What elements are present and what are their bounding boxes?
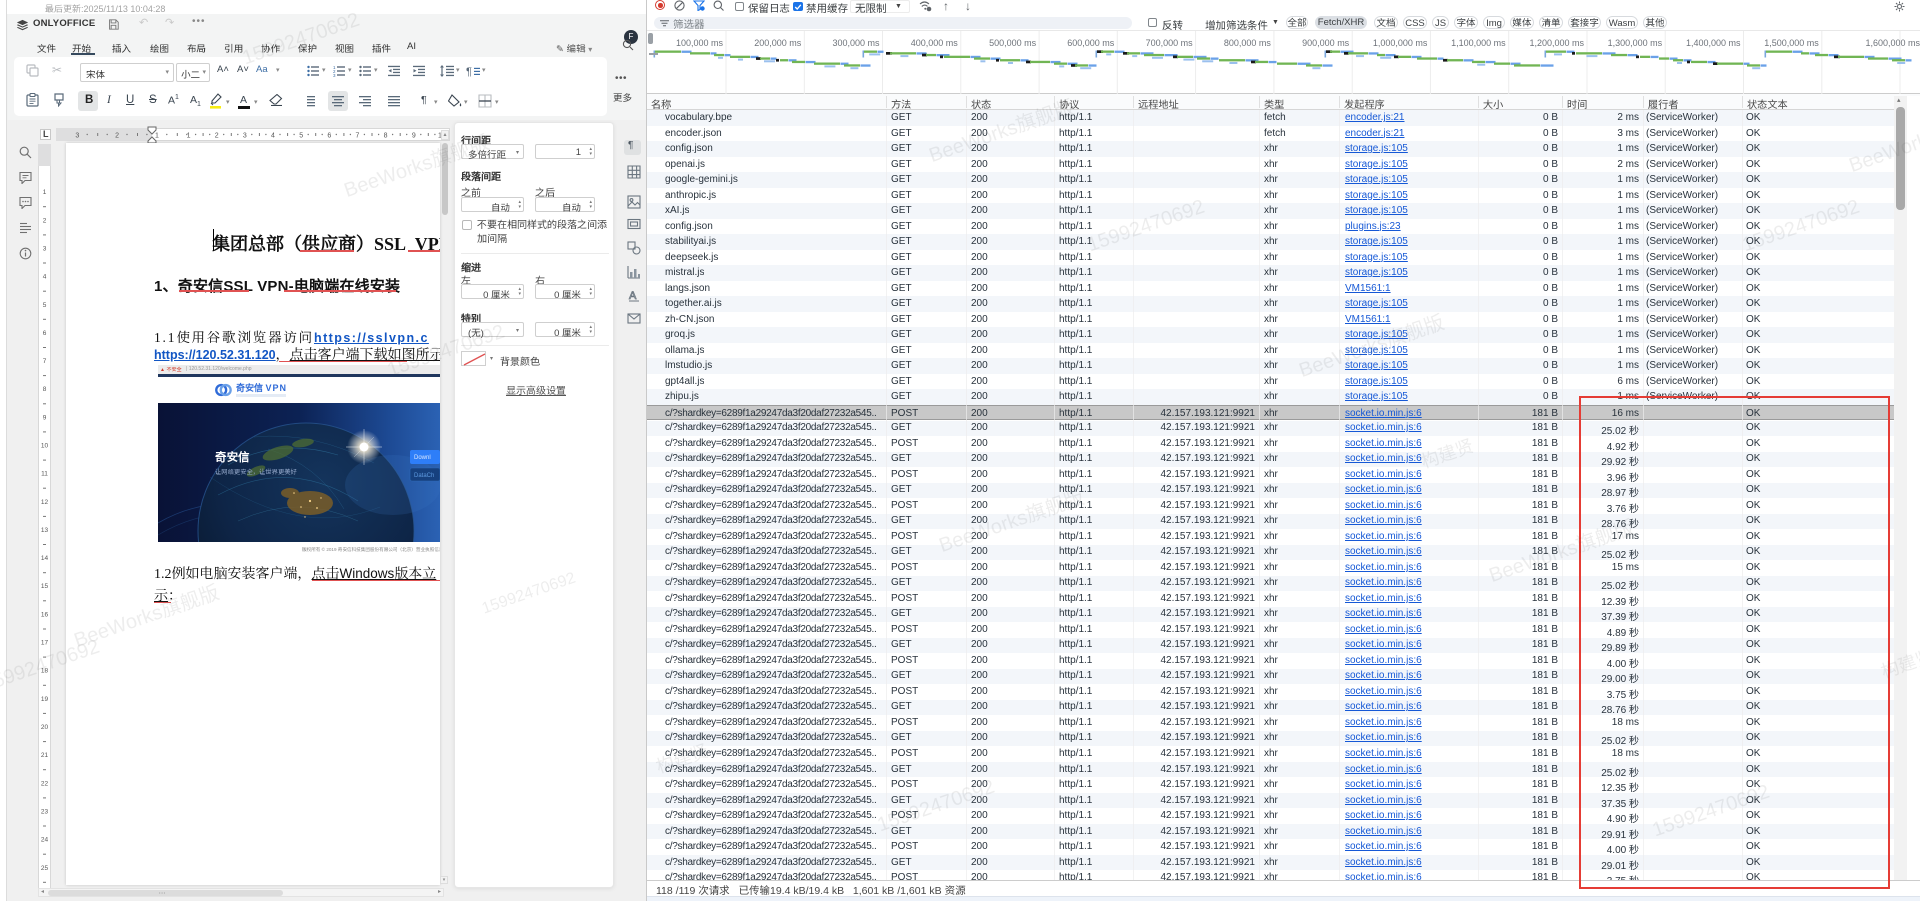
svg-text:A: A [629,290,637,302]
svg-text:20: 20 [41,724,49,731]
svg-text:10: 10 [41,443,49,450]
svg-text:9: 9 [43,414,47,421]
svg-text:1,200,000 ms: 1,200,000 ms [1529,38,1584,48]
svg-text:1: 1 [43,189,47,196]
svg-text:2: 2 [115,133,119,140]
svg-text:12: 12 [41,499,49,506]
svg-text:8: 8 [43,386,47,393]
svg-text:7: 7 [355,133,359,140]
svg-text:23: 23 [41,808,49,815]
svg-text:15: 15 [41,583,49,590]
svg-text:1,500,000 ms: 1,500,000 ms [1764,38,1819,48]
svg-text:200,000 ms: 200,000 ms [754,38,802,48]
svg-text:100,000 ms: 100,000 ms [676,38,724,48]
svg-text:9: 9 [412,133,416,140]
svg-text:800,000 ms: 800,000 ms [1224,38,1272,48]
svg-text:1,100,000 ms: 1,100,000 ms [1451,38,1506,48]
svg-text:24: 24 [41,837,49,844]
svg-text:7: 7 [43,358,47,365]
svg-text:5: 5 [43,302,47,309]
svg-text:Downl: Downl [414,455,431,461]
svg-text:2: 2 [43,217,47,224]
svg-text:让网络更安全，让世界更美好: 让网络更安全，让世界更美好 [215,467,298,476]
svg-text:3: 3 [333,73,336,77]
svg-text:1,000,000 ms: 1,000,000 ms [1373,38,1428,48]
svg-text:3: 3 [75,133,79,140]
svg-text:900,000 ms: 900,000 ms [1302,38,1350,48]
svg-text:17: 17 [41,640,49,647]
svg-text:3: 3 [243,133,247,140]
svg-text:18: 18 [41,668,49,675]
svg-text:1,300,000 ms: 1,300,000 ms [1608,38,1663,48]
svg-text:6: 6 [43,330,47,337]
svg-text:13: 13 [41,527,49,534]
svg-text:1,600,000 ms: 1,600,000 ms [1865,38,1920,48]
svg-text:¶: ¶ [466,66,472,77]
svg-text:4: 4 [43,274,47,281]
svg-text:6: 6 [327,133,331,140]
svg-text:奇安信: 奇安信 [215,449,250,465]
svg-text:700,000 ms: 700,000 ms [1146,38,1194,48]
svg-text:8: 8 [384,133,388,140]
svg-text:21: 21 [41,752,49,759]
svg-text:3: 3 [43,245,47,252]
svg-text:400,000 ms: 400,000 ms [911,38,959,48]
svg-text:600,000 ms: 600,000 ms [1067,38,1115,48]
svg-text:300,000 ms: 300,000 ms [832,38,880,48]
svg-text:1,400,000 ms: 1,400,000 ms [1686,38,1741,48]
svg-text:2: 2 [215,133,219,140]
svg-text:11: 11 [41,471,48,478]
svg-text:500,000 ms: 500,000 ms [989,38,1037,48]
svg-text:4: 4 [271,133,275,140]
svg-text:22: 22 [41,780,49,787]
svg-text:19: 19 [41,696,49,703]
svg-text:DataCh: DataCh [414,473,434,479]
svg-text:5: 5 [299,133,303,140]
svg-text:25: 25 [41,865,49,872]
svg-text:1: 1 [187,133,191,140]
svg-text:16: 16 [41,611,49,618]
svg-text:14: 14 [41,555,49,562]
